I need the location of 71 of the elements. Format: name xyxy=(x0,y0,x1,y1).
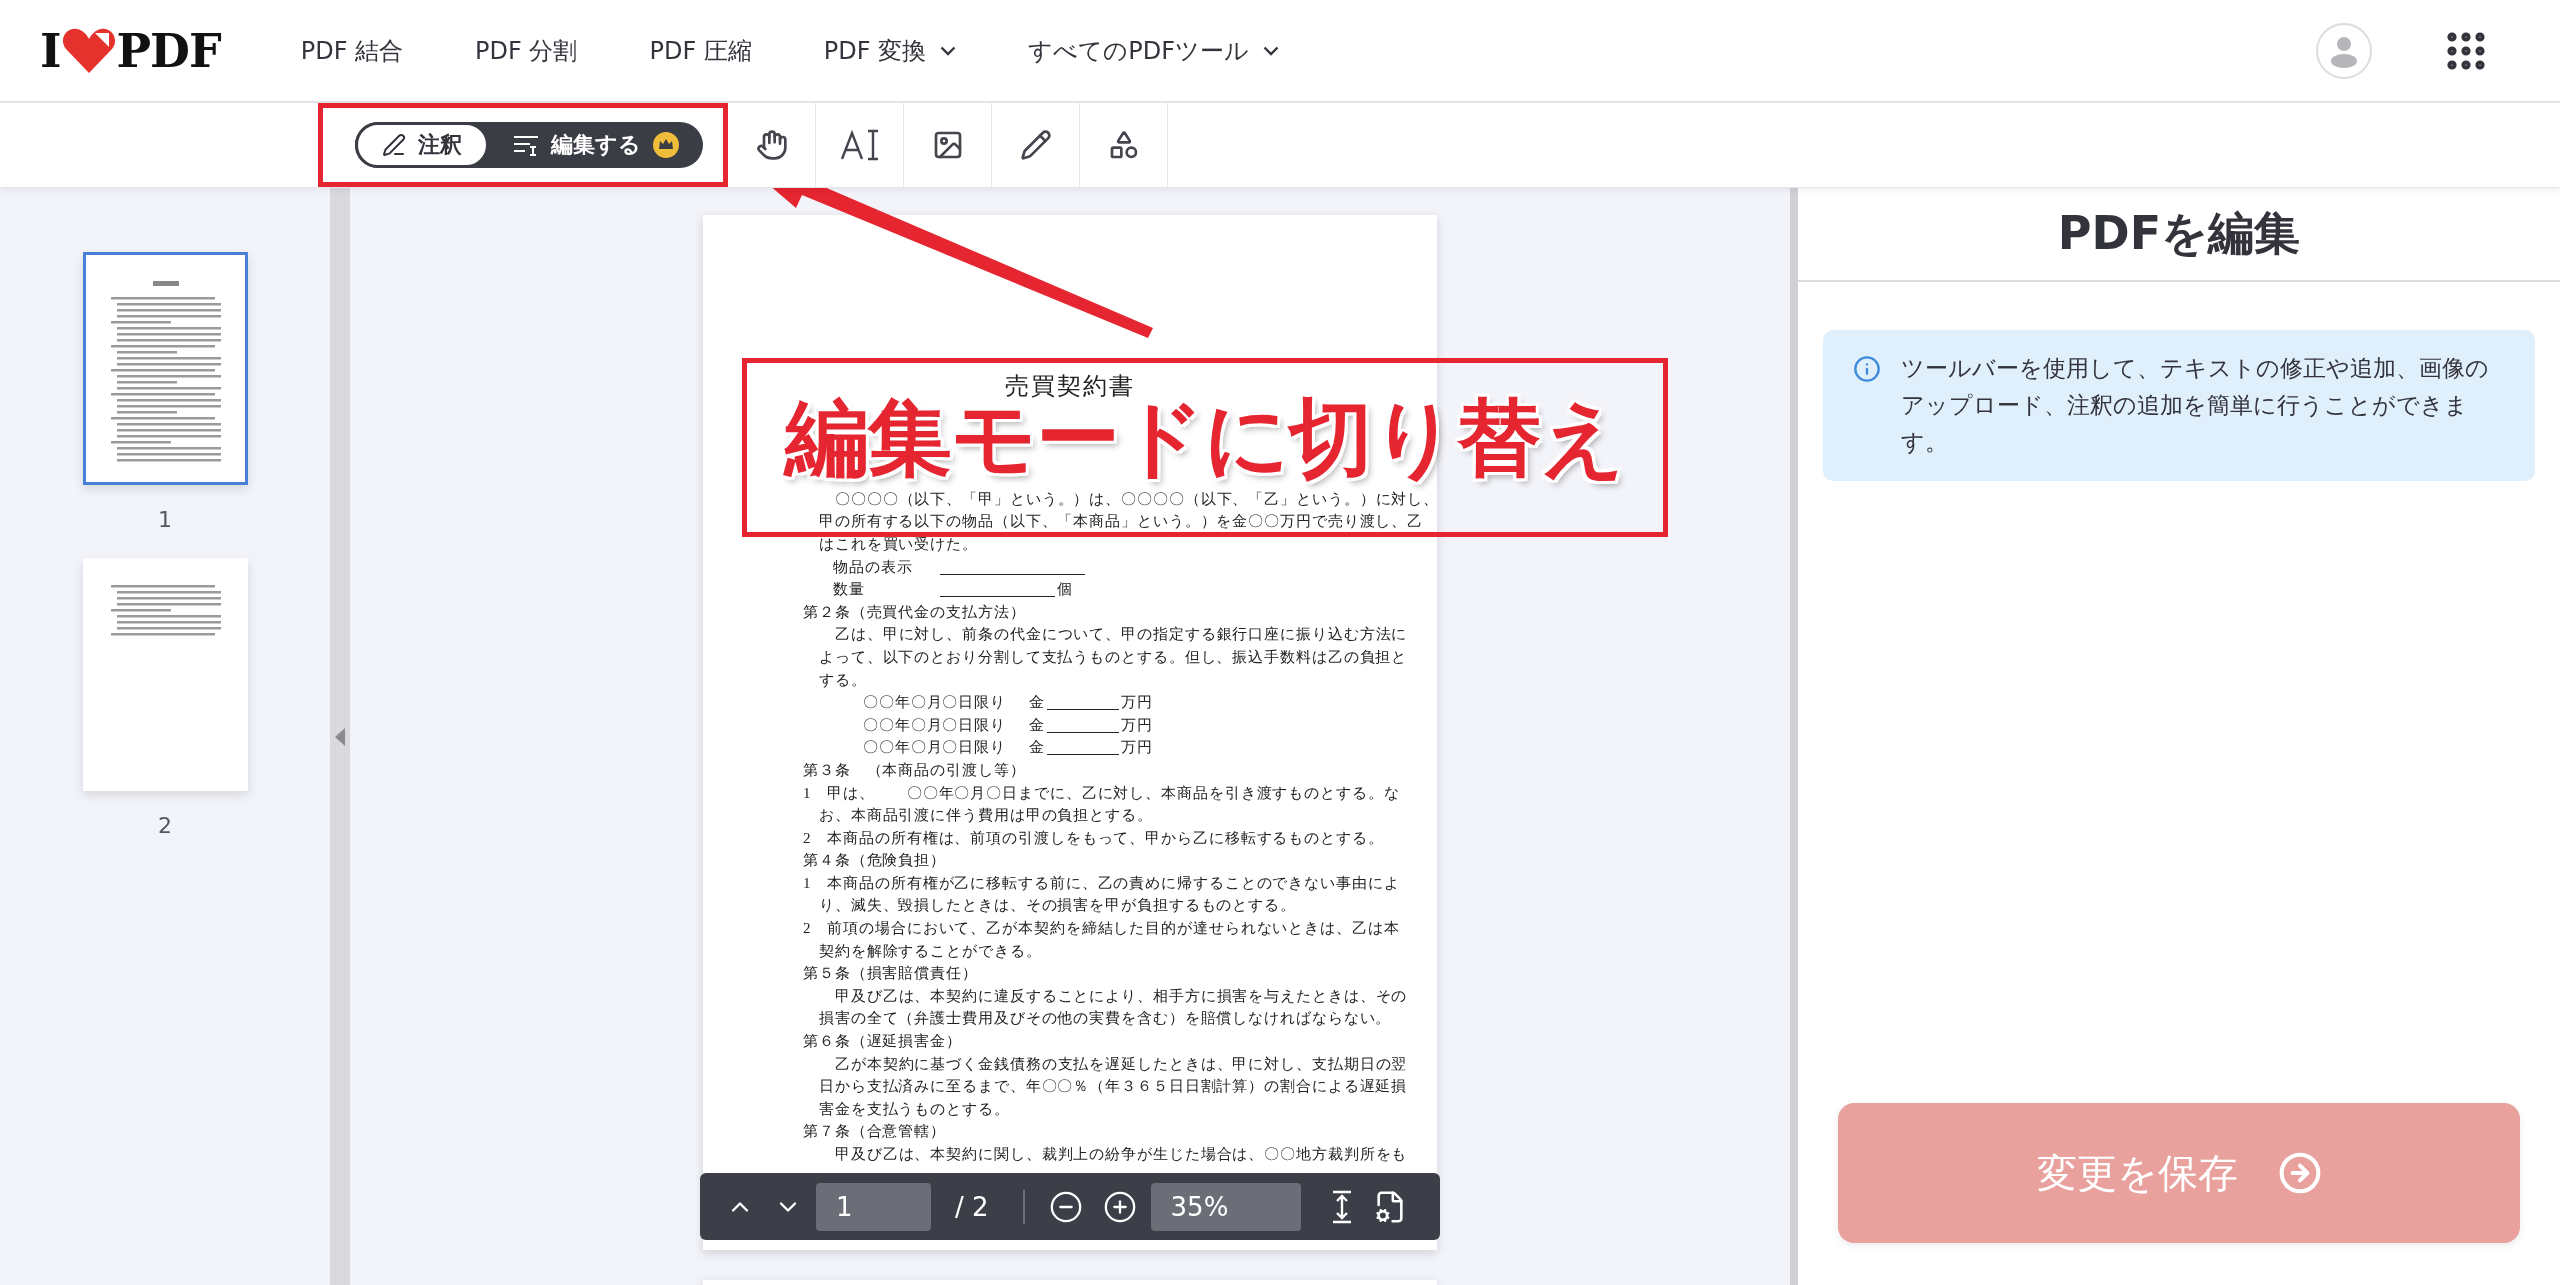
document-text: 1 甲は、 〇〇年〇月〇日までに、乙に対し、本商品を引き渡すものとする。な xyxy=(803,783,1400,803)
nav-link[interactable]: PDF 圧縮 xyxy=(649,34,752,67)
nav-link[interactable]: PDF 分割 xyxy=(475,34,578,67)
article-heading: 第６条（遅延損害金） xyxy=(803,1032,962,1052)
document-text: 〇〇〇〇（以下、「甲」という。）は、〇〇〇〇（以下、「乙」という。）に対し、 xyxy=(835,489,1440,509)
text-lines-icon xyxy=(513,134,539,156)
document-text: はこれを買い受けた。 xyxy=(819,535,978,554)
zoom-input[interactable]: 35% xyxy=(1150,1182,1301,1231)
page-number: 1 xyxy=(158,507,172,532)
amount-label: 金 xyxy=(1029,738,1045,758)
document-text: 乙は、甲に対し、前条の代金について、甲の指定する銀行口座に振り込む方法に xyxy=(835,625,1408,645)
nav-link[interactable]: PDF 結合 xyxy=(300,34,404,67)
installment-date: 〇〇年〇月〇日限り xyxy=(863,715,1008,735)
document-text: お、本商品引渡に伴う費用は甲の負担とする。 xyxy=(819,806,1153,826)
document-text: 甲及び乙は、本契約に違反することにより、相手方に損害を与えたときは、その xyxy=(835,986,1408,1006)
tool-button[interactable] xyxy=(816,103,904,187)
nav-link[interactable]: PDF 変換 xyxy=(823,34,957,67)
article-heading: 第５条（損害賠償責任） xyxy=(803,964,978,984)
document-text: する。 xyxy=(819,670,867,690)
page-total: / 2 xyxy=(955,1191,989,1222)
nav-link[interactable]: すべてのPDFツール xyxy=(1028,34,1279,67)
chevron-down-icon xyxy=(940,45,957,56)
unit-text: 万円 xyxy=(1120,738,1153,758)
hand-icon xyxy=(755,129,788,161)
field-label: 物品の表示 xyxy=(833,557,914,577)
unit-text: 万円 xyxy=(1120,693,1153,713)
amount-label: 金 xyxy=(1029,693,1045,713)
field-label: 数量 xyxy=(833,580,866,600)
heart-icon xyxy=(60,26,117,75)
info-icon xyxy=(1853,355,1881,383)
article-heading: 第７条（合意管轄） xyxy=(803,1122,947,1142)
text-tool-icon xyxy=(839,127,880,163)
crown-icon xyxy=(653,132,679,158)
document-text: 契約を解除することができる。 xyxy=(819,941,1042,961)
document-text: 日から支払済みに至るまで、年〇〇％（年３６５日日割計算）の割合による遅延損 xyxy=(819,1077,1408,1097)
tool-button[interactable] xyxy=(728,103,816,187)
amount-label: 金 xyxy=(1029,715,1045,735)
document-text: 1 本商品の所有権が乙に移転する前に、乙の責めに帰することのできない事由によ xyxy=(803,873,1400,893)
tool-button[interactable] xyxy=(992,103,1080,187)
page-input[interactable]: 1 xyxy=(816,1182,931,1231)
page-number: 2 xyxy=(158,813,172,838)
document-text: り、滅失、毀損したときは、その損害を甲が負担するものとする。 xyxy=(819,896,1296,916)
document-text: よって、以下のとおり分割して支払うものとする。但し、振込手数料は乙の負担と xyxy=(819,647,1408,667)
tool-button[interactable] xyxy=(904,103,992,187)
page-thumbnail[interactable] xyxy=(82,558,248,791)
document-text: 損害の全て（弁護士費用及びその他の実費を含む）を賠償しなければならない。 xyxy=(819,1009,1392,1029)
unit-text: 万円 xyxy=(1120,715,1153,735)
triangle-left-icon xyxy=(335,727,345,746)
installment-date: 〇〇年〇月〇日限り xyxy=(863,693,1008,713)
pencil-icon xyxy=(1019,129,1052,161)
mode-tab[interactable]: 編集する xyxy=(489,122,703,168)
article-heading: 第３条 （本商品の引渡し等） xyxy=(803,760,1026,780)
chevron-down-icon xyxy=(1263,45,1279,56)
document-text: 害金を支払うものとする。 xyxy=(819,1099,1010,1119)
pen-icon xyxy=(382,133,406,157)
arrow-right-icon xyxy=(2277,1151,2322,1195)
document-text: 甲の所有する以下の物品（以下、「本商品」という。）を金〇〇万円で売り渡し、乙 xyxy=(819,512,1424,532)
installment-date: 〇〇年〇月〇日限り xyxy=(863,738,1008,758)
document-text: 2 本商品の所有権は、前項の引渡しをもって、甲から乙に移転するものとする。 xyxy=(803,828,1384,848)
article-heading: 第２条（売買代金の支払方法） xyxy=(803,602,1026,622)
document-text: 甲及び乙は、本契約に関し、裁判上の紛争が生じた場合は、〇〇地方裁判所をも xyxy=(835,1145,1408,1164)
page-thumbnail[interactable] xyxy=(82,252,248,485)
logo: I PDF xyxy=(40,23,221,78)
unit-text: 個 xyxy=(1057,580,1073,600)
tool-button[interactable] xyxy=(1080,103,1168,187)
article-heading: 第４条（危険負担） xyxy=(803,851,947,871)
document-text: 乙が本契約に基づく金銭債務の支払を遅延したときは、甲に対し、支払期日の翌 xyxy=(835,1054,1408,1074)
panel-title: PDFを編集 xyxy=(1798,188,2560,282)
mode-tab[interactable]: 注釈 xyxy=(355,122,489,168)
info-text: ツールバーを使用して、テキストの修正や追加、画像のアップロード、注釈の追加を簡単に行うことができます。 xyxy=(1901,354,2490,457)
document-text: 2 前項の場合において、乙が本契約を締結した目的が達せられないときは、乙は本 xyxy=(803,919,1400,939)
